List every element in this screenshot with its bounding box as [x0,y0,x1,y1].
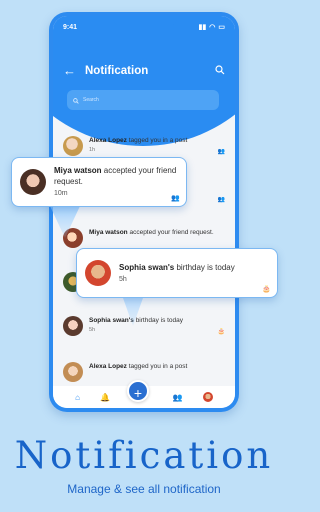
list-item[interactable]: Sophia swan's birthday is today 5h 🎂 [63,316,225,344]
users-icon: 👥 [217,149,225,155]
popup-message: birthday is today [174,262,235,272]
item-message: tagged you in a post [126,137,188,144]
promo-subtitle: Manage & see all notification [67,482,221,496]
battery-icon: ▭ [218,24,225,31]
search-field-icon [73,91,79,109]
avatar [20,169,46,195]
signal-icon: ▮▮ [198,24,207,31]
phone-frame: 9:41 ▮▮ ◠ ▭ ← Notification Al [49,12,239,412]
bell-icon[interactable]: 🔔 [100,393,110,402]
item-name: Alexa Lopez [89,137,127,144]
item-text: Alexa Lopez tagged you in a post [89,362,225,371]
add-button[interactable]: + [127,380,149,402]
promo-title: Notification [14,434,274,477]
search-bar[interactable] [67,90,219,110]
popup-name: Miya watson [54,166,102,175]
users-icon: 👥 [217,197,225,203]
status-bar: 9:41 ▮▮ ◠ ▭ [63,21,225,33]
phone-screen: 9:41 ▮▮ ◠ ▭ ← Notification Al [53,16,235,408]
item-message: birthday is today [133,317,184,324]
group-icon[interactable]: 👥 [173,393,183,402]
popup-text: Sophia swan's birthday is today 5h [119,262,235,285]
popup-card-friend-request[interactable]: Miya watson accepted your friend request… [11,157,187,207]
popup-card-birthday[interactable]: Sophia swan's birthday is today 5h 🎂 [76,248,278,298]
page-title: Notification [85,65,149,77]
avatar [63,362,83,382]
wifi-icon: ◠ [209,24,216,31]
item-message: tagged you in a post [126,363,188,370]
top-bar: ← Notification [63,62,225,80]
item-text: Miya watson accepted your friend request… [89,228,225,237]
home-icon[interactable]: ⌂ [75,393,80,402]
popup-text: Miya watson accepted your friend request… [54,165,186,199]
cake-icon: 🎂 [262,286,271,293]
item-name: Alexa Lopez [89,363,127,370]
search-input[interactable] [83,97,203,103]
item-text: Alexa Lopez tagged you in a post 1h [89,136,225,155]
item-text: Sophia swan's birthday is today 5h [89,316,225,335]
avatar [63,316,83,336]
status-time: 9:41 [63,23,78,31]
cake-icon: 🎂 [217,329,225,335]
back-arrow-icon[interactable]: ← [63,62,79,80]
item-time: 1h [89,147,96,153]
header-background [53,16,235,146]
popup-time: 5h [119,275,127,283]
item-message: accepted your friend request. [127,229,214,236]
popup-time: 10m [54,190,68,197]
item-time: 5h [89,327,96,333]
profile-avatar[interactable] [202,392,213,402]
item-name: Miya watson [89,229,128,236]
avatar [85,260,111,286]
users-icon: 👥 [171,195,180,202]
popup-name: Sophia swan's [119,262,175,272]
avatar [63,136,83,156]
status-icons: ▮▮ ◠ ▭ [199,23,225,31]
search-icon[interactable] [215,62,225,80]
item-name: Sophia swan's [89,317,134,324]
